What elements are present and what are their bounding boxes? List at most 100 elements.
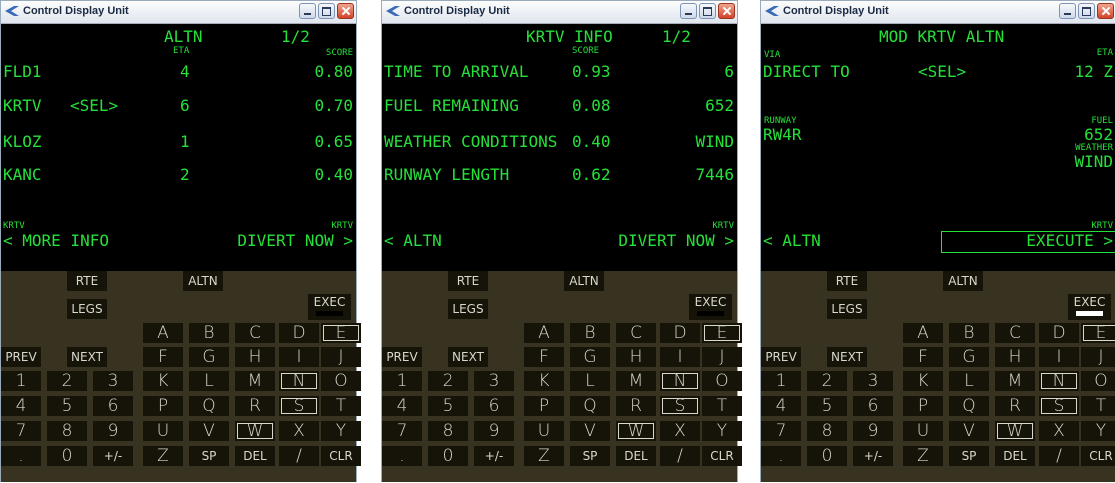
maximize-button[interactable] [699, 3, 716, 19]
key-w[interactable]: W [235, 421, 275, 441]
key-b[interactable]: B [949, 323, 989, 343]
maximize-button[interactable] [318, 3, 335, 19]
key-s[interactable]: S [279, 396, 319, 416]
key-n[interactable]: N [279, 371, 319, 391]
key-6[interactable]: 6 [474, 396, 514, 416]
key-o[interactable]: O [1081, 371, 1115, 391]
clr-key[interactable]: CLR [321, 446, 361, 466]
key-6[interactable]: 6 [853, 396, 893, 416]
exec-key[interactable]: EXEC [689, 294, 732, 320]
plus-minus-key[interactable]: +/- [474, 446, 514, 466]
altn-select[interactable]: <SEL> [70, 98, 118, 114]
key-slash[interactable]: / [660, 446, 700, 466]
sp-key[interactable]: SP [949, 446, 989, 466]
key-a[interactable]: A [143, 323, 183, 343]
key-z[interactable]: Z [143, 446, 183, 466]
key-x[interactable]: X [660, 421, 700, 441]
key-n[interactable]: N [1039, 371, 1079, 391]
runway-value[interactable]: RW4R [763, 127, 802, 143]
key-4[interactable]: 4 [761, 396, 801, 416]
key-1[interactable]: 1 [382, 371, 422, 391]
altn-key[interactable]: ALTN [943, 271, 983, 291]
key-5[interactable]: 5 [807, 396, 847, 416]
exec-key[interactable]: EXEC [308, 294, 351, 320]
key-z[interactable]: Z [524, 446, 564, 466]
key-3[interactable]: 3 [474, 371, 514, 391]
key-e[interactable]: E [321, 323, 361, 343]
key-r[interactable]: R [235, 396, 275, 416]
sp-key[interactable]: SP [189, 446, 229, 466]
clr-key[interactable]: CLR [1081, 446, 1115, 466]
key-d[interactable]: D [660, 323, 700, 343]
del-key[interactable]: DEL [616, 446, 656, 466]
minimize-button[interactable] [680, 3, 697, 19]
more-info-lsk[interactable]: < MORE INFO [3, 233, 109, 249]
divert-now-lsk[interactable]: DIVERT NOW > [237, 233, 353, 249]
key-y[interactable]: Y [702, 421, 742, 441]
key-f[interactable]: F [903, 347, 943, 367]
key-8[interactable]: 8 [47, 421, 87, 441]
key-m[interactable]: M [235, 371, 275, 391]
key-6[interactable]: 6 [93, 396, 133, 416]
key-9[interactable]: 9 [474, 421, 514, 441]
key-2[interactable]: 2 [428, 371, 468, 391]
key-n[interactable]: N [660, 371, 700, 391]
key-q[interactable]: Q [189, 396, 229, 416]
title-bar[interactable]: Control Display Unit [382, 1, 737, 24]
key-2[interactable]: 2 [807, 371, 847, 391]
key-d[interactable]: D [279, 323, 319, 343]
key-k[interactable]: K [524, 371, 564, 391]
key-r[interactable]: R [616, 396, 656, 416]
key-5[interactable]: 5 [428, 396, 468, 416]
key-x[interactable]: X [1039, 421, 1079, 441]
key-i[interactable]: I [660, 347, 700, 367]
key-2[interactable]: 2 [47, 371, 87, 391]
via-value[interactable]: DIRECT TO [763, 64, 850, 80]
close-button[interactable] [718, 3, 735, 19]
key-l[interactable]: L [570, 371, 610, 391]
del-key[interactable]: DEL [235, 446, 275, 466]
altn-key[interactable]: ALTN [183, 271, 223, 291]
key-k[interactable]: K [143, 371, 183, 391]
title-bar[interactable]: Control Display Unit [761, 1, 1115, 24]
altn-name[interactable]: KANC [3, 167, 42, 183]
key-1[interactable]: 1 [1, 371, 41, 391]
key-t[interactable]: T [702, 396, 742, 416]
key-r[interactable]: R [995, 396, 1035, 416]
key-t[interactable]: T [1081, 396, 1115, 416]
key-c[interactable]: C [235, 323, 275, 343]
key-g[interactable]: G [189, 347, 229, 367]
key-w[interactable]: W [995, 421, 1035, 441]
key-a[interactable]: A [903, 323, 943, 343]
prev-key[interactable]: PREV [1, 347, 41, 367]
close-button[interactable] [337, 3, 354, 19]
key-b[interactable]: B [570, 323, 610, 343]
altn-lsk[interactable]: < ALTN [384, 233, 442, 249]
key-o[interactable]: O [321, 371, 361, 391]
key-7[interactable]: 7 [761, 421, 801, 441]
execute-lsk[interactable]: EXECUTE > [1026, 233, 1113, 249]
close-button[interactable] [1097, 3, 1114, 19]
key-slash[interactable]: / [1039, 446, 1079, 466]
altn-lsk[interactable]: < ALTN [763, 233, 821, 249]
key-s[interactable]: S [1039, 396, 1079, 416]
key-x[interactable]: X [279, 421, 319, 441]
key-j[interactable]: J [1081, 347, 1115, 367]
altn-name[interactable]: KRTV [3, 98, 42, 114]
legs-key[interactable]: LEGS [827, 299, 867, 319]
key-u[interactable]: U [143, 421, 183, 441]
altn-name[interactable]: KLOZ [3, 134, 42, 150]
key-c[interactable]: C [995, 323, 1035, 343]
key-q[interactable]: Q [570, 396, 610, 416]
key-9[interactable]: 9 [853, 421, 893, 441]
key-y[interactable]: Y [321, 421, 361, 441]
key-u[interactable]: U [524, 421, 564, 441]
key-e[interactable]: E [1081, 323, 1115, 343]
altn-name[interactable]: FLD1 [3, 64, 42, 80]
key-g[interactable]: G [949, 347, 989, 367]
key-p[interactable]: P [143, 396, 183, 416]
key-j[interactable]: J [702, 347, 742, 367]
key-d[interactable]: D [1039, 323, 1079, 343]
key-o[interactable]: O [702, 371, 742, 391]
key-slash[interactable]: / [279, 446, 319, 466]
